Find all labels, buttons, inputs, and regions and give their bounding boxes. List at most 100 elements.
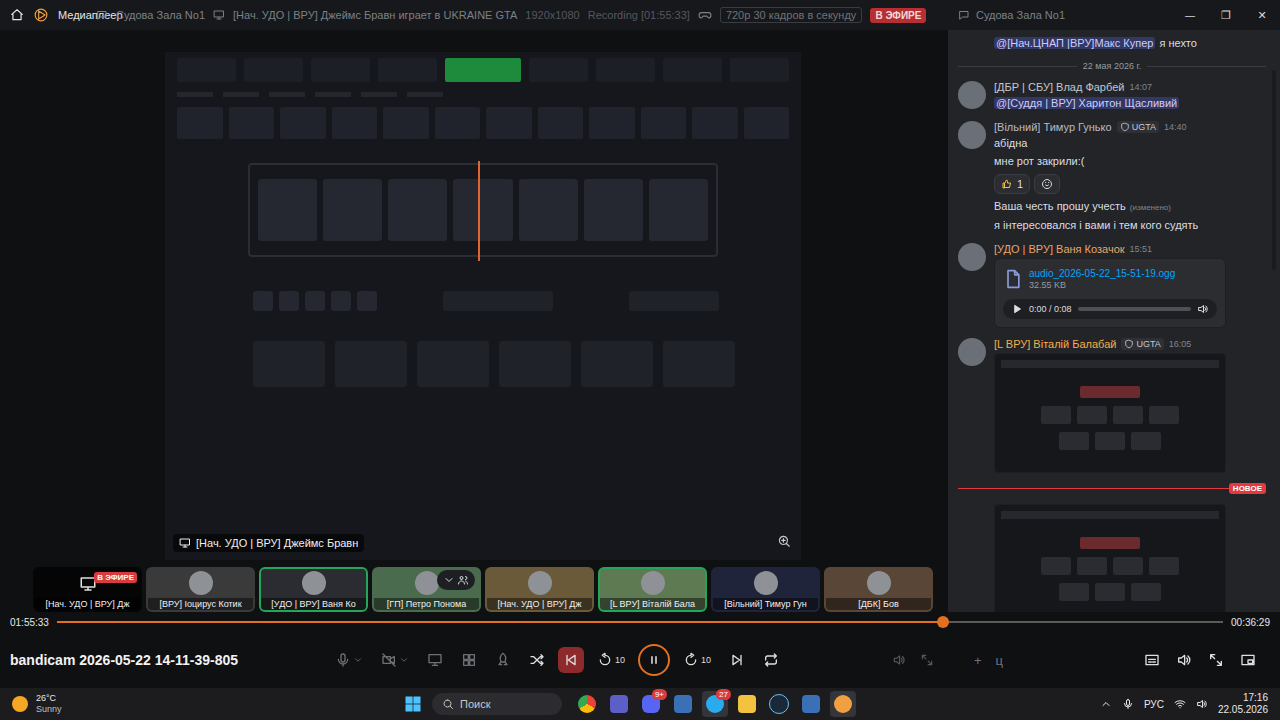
- new-messages-divider: НОВОЕ: [958, 483, 1266, 494]
- mention[interactable]: @[Суддя | ВРУ] Харитон Щасливий: [994, 97, 1179, 109]
- chat-message: [958, 504, 1266, 612]
- channel-name: Судова Зала No1: [116, 9, 205, 21]
- progress-track[interactable]: [57, 621, 1223, 623]
- mic-icon: [335, 652, 351, 668]
- notification-badge: 27: [716, 689, 731, 700]
- grid-icon: [461, 652, 477, 668]
- chat-input[interactable]: +ц: [958, 653, 1144, 668]
- captions-icon[interactable]: [1144, 652, 1160, 668]
- gamepad-icon: [698, 8, 712, 22]
- volume-icon[interactable]: [1176, 652, 1192, 668]
- search-box[interactable]: Поиск: [432, 693, 562, 715]
- fullscreen-icon[interactable]: [1208, 652, 1224, 668]
- people-icon: [457, 574, 469, 586]
- skip-forward-button[interactable]: 10: [678, 647, 716, 673]
- home-icon[interactable]: [10, 8, 24, 22]
- taskbar-app[interactable]: [670, 691, 696, 717]
- add-reaction-button[interactable]: [1034, 174, 1060, 194]
- play-pause-button[interactable]: [638, 644, 670, 676]
- share-screen-button[interactable]: [422, 647, 448, 673]
- shuffle-button[interactable]: [524, 647, 550, 673]
- user-avatar[interactable]: [958, 243, 986, 271]
- participant-tile[interactable]: [ДБК] Бов: [824, 567, 933, 612]
- image-attachment[interactable]: [994, 353, 1226, 473]
- taskbar-app[interactable]: [606, 691, 632, 717]
- stream-video[interactable]: [Нач. УДО | ВРУ] Джеймс Бравн: [165, 52, 801, 560]
- taskbar-app[interactable]: [734, 691, 760, 717]
- mini-player-icon[interactable]: [1240, 652, 1256, 668]
- window-control-button[interactable]: —: [1172, 9, 1208, 22]
- message-author[interactable]: [УДО | ВРУ] Ваня Козачок: [994, 243, 1125, 255]
- participant-avatar: [641, 571, 665, 595]
- volume-icon[interactable]: [892, 653, 906, 667]
- shield-icon: [1120, 122, 1130, 132]
- windows-start-icon[interactable]: [404, 695, 422, 713]
- clock[interactable]: 17:1622.05.2026: [1218, 692, 1268, 716]
- zoom-icon[interactable]: [777, 534, 791, 548]
- progress-thumb[interactable]: [937, 616, 949, 628]
- chevron-up-icon[interactable]: [1100, 698, 1112, 710]
- mic-icon[interactable]: [1122, 698, 1134, 710]
- chat-scrollbar[interactable]: [1272, 70, 1276, 270]
- participant-name: [Нач. УДО | ВРУ] Дж: [35, 598, 140, 610]
- chat-channel-name: Судова Зала No1: [976, 9, 1065, 21]
- participant-tile[interactable]: [Вільний] Тимур Гун: [711, 567, 820, 612]
- participant-tile[interactable]: [L ВРУ] Віталій Бала: [598, 567, 707, 612]
- activity-button[interactable]: [490, 647, 516, 673]
- collapse-button[interactable]: [437, 570, 475, 590]
- skip-back-button[interactable]: 10: [592, 647, 630, 673]
- participant-tile[interactable]: [Нач. УДО | ВРУ] Дж: [485, 567, 594, 612]
- wifi-icon[interactable]: [1174, 698, 1186, 710]
- message-author[interactable]: [Вільний] Тимур Гунько: [994, 121, 1112, 133]
- participant-tile[interactable]: [ВРУ] Іоцирус Котик: [146, 567, 255, 612]
- taskbar-app[interactable]: [830, 691, 856, 717]
- audio-progress[interactable]: [1078, 307, 1191, 311]
- image-attachment[interactable]: [994, 504, 1226, 612]
- participant-avatar: [189, 571, 213, 595]
- search-icon: [442, 698, 454, 710]
- message-author[interactable]: [ДБР | СБУ] Влад Фарбей: [994, 81, 1124, 93]
- layout-button[interactable]: [456, 647, 482, 673]
- shuffle-icon: [529, 652, 545, 668]
- app-icon: [578, 695, 596, 713]
- attach-button[interactable]: +: [974, 653, 982, 668]
- message-text: абідна: [994, 136, 1266, 151]
- fullscreen-icon[interactable]: [920, 653, 934, 667]
- taskbar-app[interactable]: 9+: [638, 691, 664, 717]
- previous-button[interactable]: [558, 647, 584, 673]
- stream-title-bar: Судова Зала No1[Нач. УДО | ВРУ] Джеймс Б…: [96, 7, 948, 23]
- window-control-button[interactable]: ✕: [1244, 9, 1280, 22]
- participant-name: [УДО | ВРУ] Ваня Ко: [261, 598, 366, 610]
- keyboard-language[interactable]: РУС: [1144, 699, 1164, 710]
- volume-icon[interactable]: [1196, 698, 1208, 710]
- mention[interactable]: @[Нач.ЦНАП |ВРУ]Макс Купер: [994, 37, 1155, 49]
- weather-widget[interactable]: 26°CSunny: [0, 693, 404, 715]
- message-author[interactable]: [L ВРУ] Віталій Балабай: [994, 338, 1116, 350]
- window-control-button[interactable]: ❐: [1208, 9, 1244, 22]
- user-avatar[interactable]: [958, 338, 986, 366]
- stage: [Нач. УДО | ВРУ] Джеймс Бравн [Нач. УДО |…: [0, 30, 948, 612]
- play-icon[interactable]: [1011, 303, 1023, 315]
- participant-tile[interactable]: [УДО | ВРУ] Ваня Ко: [259, 567, 368, 612]
- repeat-button[interactable]: [758, 647, 784, 673]
- taskbar-app[interactable]: [574, 691, 600, 717]
- mic-button[interactable]: [330, 647, 368, 673]
- user-avatar[interactable]: [958, 81, 986, 109]
- seek-bar: 01:55:3300:36:29: [0, 612, 1280, 632]
- reaction[interactable]: 1: [994, 174, 1030, 194]
- camera-button[interactable]: [376, 647, 414, 673]
- audio-file-name[interactable]: audio_2026-05-22_15-51-19.ogg: [1029, 268, 1175, 279]
- reactions: 1: [994, 174, 1266, 194]
- user-avatar[interactable]: [958, 121, 986, 149]
- chat-message: [L ВРУ] Віталій БалабайUGTA16:05: [958, 338, 1266, 473]
- rewind-icon: [597, 652, 613, 668]
- volume-icon[interactable]: [1197, 303, 1209, 315]
- next-button[interactable]: [724, 647, 750, 673]
- message-text: мне рот закрили:(: [994, 154, 1266, 169]
- taskbar-app[interactable]: [766, 691, 792, 717]
- taskbar-app[interactable]: 27: [702, 691, 728, 717]
- participant-tile[interactable]: [Нач. УДО | ВРУ] ДжВ ЭФИРЕ: [33, 567, 142, 612]
- screen: МедиаплеерСудова Зала No1[Нач. УДО | ВРУ…: [0, 0, 1280, 720]
- previous-icon: [563, 652, 579, 668]
- taskbar-app[interactable]: [798, 691, 824, 717]
